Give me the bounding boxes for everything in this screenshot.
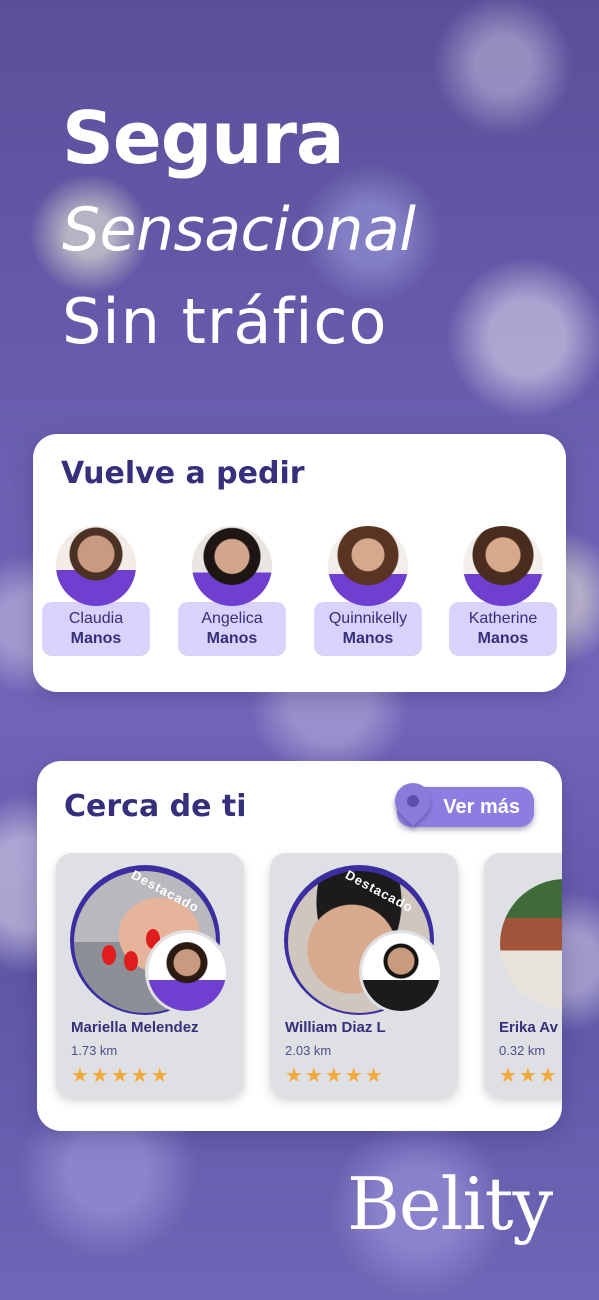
pro-name: Quinnikelly [328, 610, 408, 627]
star-rating: ★★★ [499, 1065, 559, 1087]
pro-avatar [362, 933, 440, 1011]
pro-distance: 0.32 km [499, 1043, 546, 1058]
pro-avatar [192, 526, 272, 606]
pro-role: Manos [70, 630, 122, 647]
belity-logo: Belity [347, 1162, 553, 1246]
pro-tag: Quinnikelly Manos [314, 602, 422, 656]
pro-name: Katherine [468, 610, 538, 627]
pro-avatar [328, 526, 408, 606]
pro-name: Mariella Melendez [71, 1019, 199, 1036]
reorder-pro-claudia[interactable]: Claudia Manos [42, 526, 150, 656]
headline-line-2: Sensacional [62, 195, 416, 265]
reorder-card: Vuelve a pedir Claudia Manos Angelica Ma… [33, 434, 566, 692]
headline-line-3: Sin tráfico [62, 285, 388, 358]
service-photo [500, 879, 562, 1009]
nearby-title: Cerca de ti [64, 789, 247, 824]
pro-name: Claudia [68, 610, 124, 627]
star-rating: ★★★★★ [71, 1065, 171, 1087]
pro-role: Manos [342, 630, 394, 647]
headline-line-1: Segura [62, 96, 345, 180]
pro-avatar [463, 526, 543, 606]
pro-role: Manos [206, 630, 258, 647]
nearby-pro-card[interactable]: Destacado William Diaz L 2.03 km ★★★★★ [270, 853, 458, 1097]
pro-tag: Claudia Manos [42, 602, 150, 656]
nearby-pro-card[interactable]: Erika Av 0.32 km ★★★ [484, 853, 562, 1097]
pro-name: Erika Av [499, 1019, 558, 1036]
reorder-pro-katherine[interactable]: Katherine Manos [449, 526, 557, 656]
pro-role: Manos [477, 630, 529, 647]
reorder-pro-angelica[interactable]: Angelica Manos [178, 526, 286, 656]
pro-distance: 1.73 km [71, 1043, 118, 1058]
pro-avatar [56, 526, 136, 606]
pro-tag: Angelica Manos [178, 602, 286, 656]
nearby-card: Cerca de ti Ver más Destacado Mariella M… [37, 761, 562, 1131]
star-rating: ★★★★★ [285, 1065, 385, 1087]
see-more-label: Ver más [443, 795, 520, 818]
pro-distance: 2.03 km [285, 1043, 332, 1058]
pro-tag: Katherine Manos [449, 602, 557, 656]
location-pin-icon [387, 775, 439, 827]
nail-icon [124, 951, 138, 971]
nail-icon [102, 945, 116, 965]
see-more-button[interactable]: Ver más [387, 775, 534, 827]
pro-avatar [148, 933, 226, 1011]
reorder-pro-quinnikelly[interactable]: Quinnikelly Manos [314, 526, 422, 656]
hero-headline: Segura Sensacional Sin tráfico [62, 92, 416, 368]
reorder-title: Vuelve a pedir [61, 456, 305, 491]
nearby-pro-card[interactable]: Destacado Mariella Melendez 1.73 km ★★★★… [56, 853, 244, 1097]
pro-name: William Diaz L [285, 1019, 386, 1036]
pro-name: Angelica [201, 610, 263, 627]
